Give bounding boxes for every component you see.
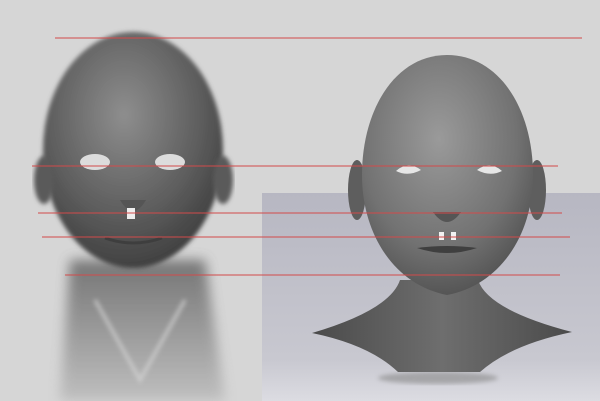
left-eye-right <box>155 154 185 170</box>
head-comparison-canvas <box>0 0 600 401</box>
right-base-shadow <box>378 372 498 384</box>
right-nostril-left <box>439 232 444 240</box>
left-neck <box>60 260 225 401</box>
left-head-shape <box>43 32 223 268</box>
image-stage <box>0 0 600 401</box>
left-ear-left <box>34 156 54 204</box>
left-ear-right <box>213 156 233 204</box>
right-nostril-right <box>451 232 456 240</box>
left-eye-left <box>80 154 110 170</box>
